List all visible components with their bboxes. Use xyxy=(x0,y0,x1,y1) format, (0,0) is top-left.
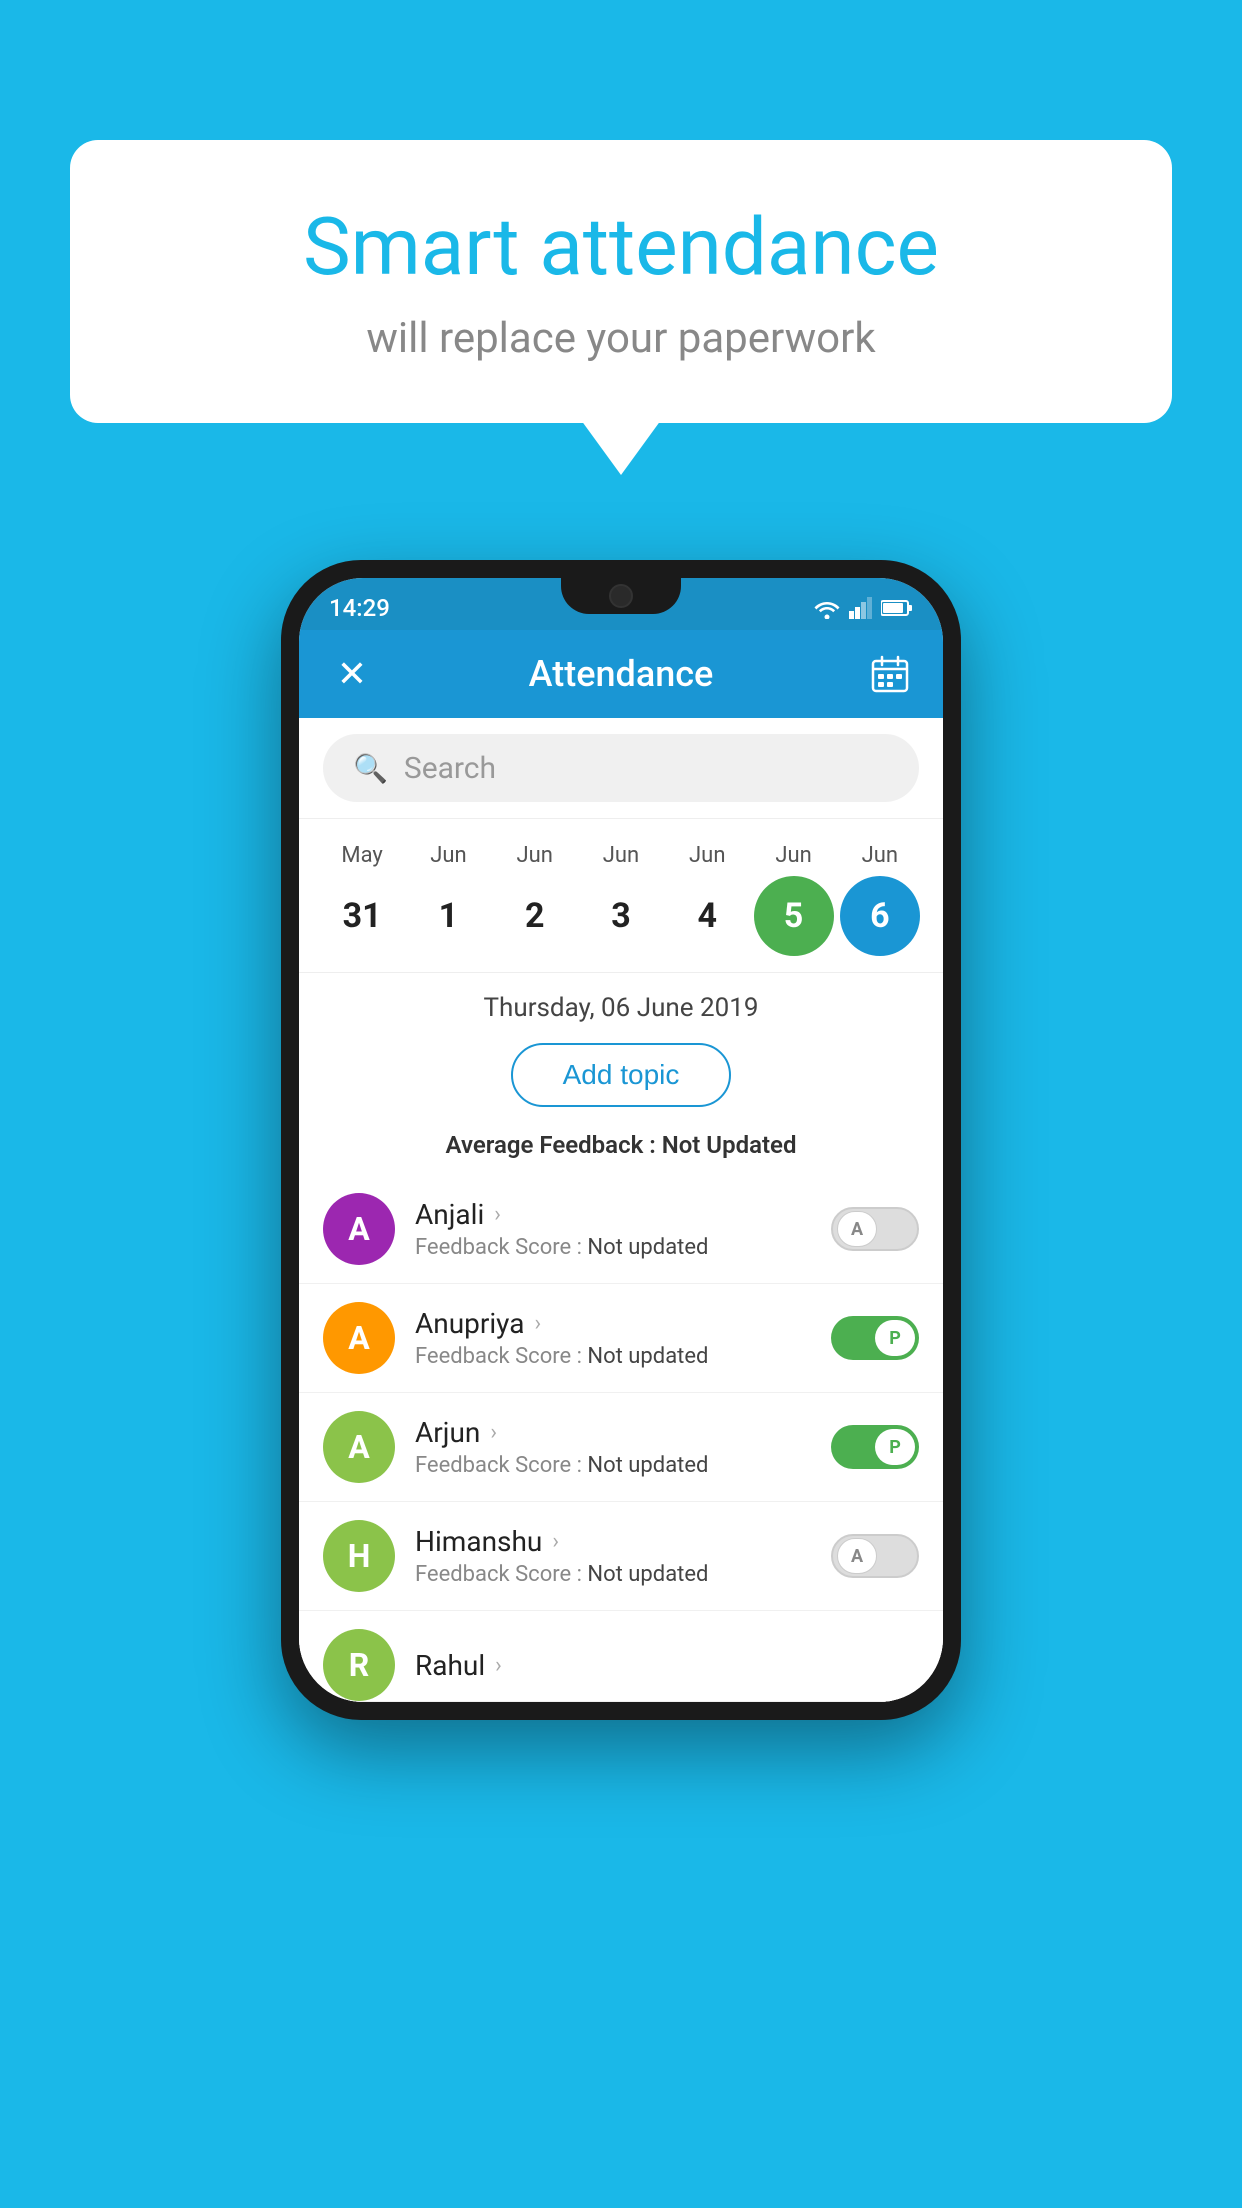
calendar-row: May Jun Jun Jun Jun Jun Jun 31 1 2 3 4 5… xyxy=(299,819,943,973)
feedback-anjali: Feedback Score : Not updated xyxy=(415,1235,831,1260)
battery-icon xyxy=(881,599,913,617)
status-icons xyxy=(813,597,913,619)
average-feedback: Average Feedback : Not Updated xyxy=(299,1123,943,1175)
app-bar: ✕ Attendance xyxy=(299,630,943,718)
search-container: 🔍 Search xyxy=(299,718,943,819)
signal-icon xyxy=(849,597,873,619)
toggle-himanshu[interactable]: A xyxy=(831,1534,919,1578)
student-info-anupriya: Anupriya › Feedback Score : Not updated xyxy=(415,1307,831,1369)
feedback-value-himanshu: Not updated xyxy=(587,1562,708,1587)
toggle-anjali[interactable]: A xyxy=(831,1207,919,1251)
calendar-button[interactable] xyxy=(865,649,915,699)
feedback-value-anupriya: Not updated xyxy=(587,1344,708,1369)
feedback-value-arjun: Not updated xyxy=(587,1453,708,1478)
speech-bubble-container: Smart attendance will replace your paper… xyxy=(70,140,1172,423)
student-info-partial: Rahul › xyxy=(415,1649,919,1682)
wifi-icon xyxy=(813,597,841,619)
date-6-selected[interactable]: 6 xyxy=(840,876,920,956)
toggle-knob-himanshu: A xyxy=(837,1538,877,1574)
student-name-anupriya: Anupriya › xyxy=(415,1307,831,1340)
feedback-arjun: Feedback Score : Not updated xyxy=(415,1453,831,1478)
feedback-himanshu: Feedback Score : Not updated xyxy=(415,1562,831,1587)
average-feedback-label: Average Feedback : xyxy=(446,1131,662,1159)
toggle-knob-anupriya: P xyxy=(875,1320,915,1356)
student-info-arjun: Arjun › Feedback Score : Not updated xyxy=(415,1416,831,1478)
month-2: Jun xyxy=(495,843,575,868)
app-title: Attendance xyxy=(529,653,714,695)
toggle-knob-arjun: P xyxy=(875,1429,915,1465)
toggle-anupriya[interactable]: P xyxy=(831,1316,919,1360)
dates-row: 31 1 2 3 4 5 6 xyxy=(319,876,923,956)
toggle-arjun[interactable]: P xyxy=(831,1425,919,1469)
chevron-icon: › xyxy=(495,1653,502,1678)
student-name-arjun: Arjun › xyxy=(415,1416,831,1449)
toggle-absent-anjali[interactable]: A xyxy=(831,1207,919,1251)
toggle-absent-himanshu[interactable]: A xyxy=(831,1534,919,1578)
status-time: 14:29 xyxy=(329,594,390,622)
close-button[interactable]: ✕ xyxy=(327,649,377,699)
search-icon: 🔍 xyxy=(353,752,388,785)
student-item-arjun[interactable]: A Arjun › Feedback Score : Not updated xyxy=(299,1393,943,1502)
toggle-present-anupriya[interactable]: P xyxy=(831,1316,919,1360)
student-item-anupriya[interactable]: A Anupriya › Feedback Score : Not update… xyxy=(299,1284,943,1393)
phone-mockup: 14:29 xyxy=(281,560,961,1720)
month-4: Jun xyxy=(667,843,747,868)
content-area: Thursday, 06 June 2019 Add topic Average… xyxy=(299,973,943,1702)
month-5: Jun xyxy=(754,843,834,868)
front-camera xyxy=(609,584,633,608)
month-1: Jun xyxy=(408,843,488,868)
calendar-icon xyxy=(870,654,910,694)
month-0: May xyxy=(322,843,402,868)
student-item-himanshu[interactable]: H Himanshu › Feedback Score : Not update… xyxy=(299,1502,943,1611)
student-name-anjali: Anjali › xyxy=(415,1198,831,1231)
student-item-anjali[interactable]: A Anjali › Feedback Score : Not updated xyxy=(299,1175,943,1284)
average-feedback-value: Not Updated xyxy=(662,1131,797,1159)
avatar-anupriya: A xyxy=(323,1302,395,1374)
months-row: May Jun Jun Jun Jun Jun Jun xyxy=(319,843,923,868)
date-4[interactable]: 4 xyxy=(667,876,747,956)
date-31[interactable]: 31 xyxy=(322,876,402,956)
date-3[interactable]: 3 xyxy=(581,876,661,956)
chevron-icon: › xyxy=(490,1420,497,1445)
date-2[interactable]: 2 xyxy=(495,876,575,956)
feedback-anupriya: Feedback Score : Not updated xyxy=(415,1344,831,1369)
avatar-partial: R xyxy=(323,1629,395,1701)
phone-outer: 14:29 xyxy=(281,560,961,1720)
speech-bubble-title: Smart attendance xyxy=(150,200,1092,294)
speech-bubble-subtitle: will replace your paperwork xyxy=(150,314,1092,363)
selected-date-text: Thursday, 06 June 2019 xyxy=(299,973,943,1033)
date-1[interactable]: 1 xyxy=(408,876,488,956)
month-6: Jun xyxy=(840,843,920,868)
student-list: A Anjali › Feedback Score : Not updated xyxy=(299,1175,943,1702)
speech-bubble: Smart attendance will replace your paper… xyxy=(70,140,1172,423)
date-5-today[interactable]: 5 xyxy=(754,876,834,956)
chevron-icon: › xyxy=(534,1311,541,1336)
toggle-knob-anjali: A xyxy=(837,1211,877,1247)
toggle-present-arjun[interactable]: P xyxy=(831,1425,919,1469)
student-item-partial: R Rahul › xyxy=(299,1611,943,1702)
avatar-himanshu: H xyxy=(323,1520,395,1592)
feedback-value-anjali: Not updated xyxy=(587,1235,708,1260)
student-name-himanshu: Himanshu › xyxy=(415,1525,831,1558)
student-info-anjali: Anjali › Feedback Score : Not updated xyxy=(415,1198,831,1260)
search-bar[interactable]: 🔍 Search xyxy=(323,734,919,802)
chevron-icon: › xyxy=(494,1202,501,1227)
add-topic-button[interactable]: Add topic xyxy=(511,1043,732,1107)
avatar-arjun: A xyxy=(323,1411,395,1483)
add-topic-container: Add topic xyxy=(299,1033,943,1123)
phone-screen: 14:29 xyxy=(299,578,943,1702)
student-info-himanshu: Himanshu › Feedback Score : Not updated xyxy=(415,1525,831,1587)
search-placeholder: Search xyxy=(404,751,496,786)
chevron-icon: › xyxy=(552,1529,559,1554)
student-name-partial: Rahul › xyxy=(415,1649,919,1682)
phone-notch xyxy=(561,578,681,614)
month-3: Jun xyxy=(581,843,661,868)
avatar-anjali: A xyxy=(323,1193,395,1265)
